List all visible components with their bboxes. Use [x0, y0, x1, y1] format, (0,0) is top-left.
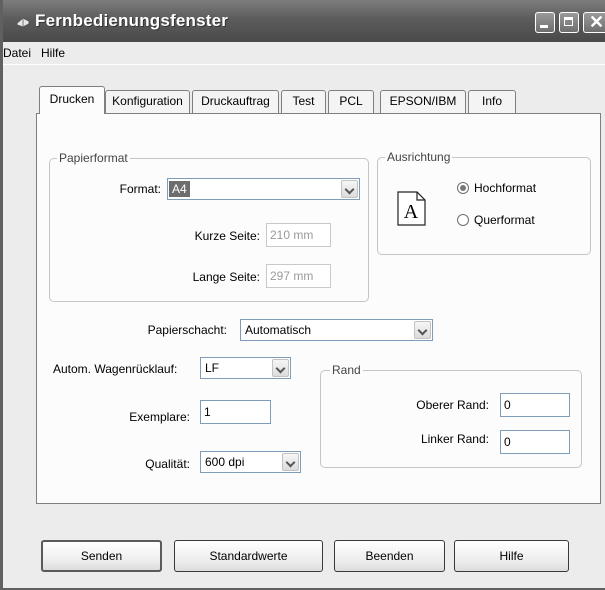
lange-seite-field: 297 mm — [266, 264, 331, 288]
linker-rand-field[interactable]: 0 — [500, 430, 570, 454]
beenden-button[interactable]: Beenden — [334, 540, 445, 572]
format-value: A4 — [169, 181, 190, 197]
papierschacht-value: Automatisch — [245, 323, 312, 337]
chevron-down-icon[interactable] — [414, 321, 431, 339]
tab-druckauftrag[interactable]: Druckauftrag — [192, 90, 279, 113]
qualitaet-select[interactable]: 600 dpi — [200, 451, 301, 473]
tab-info[interactable]: Info — [468, 90, 516, 113]
chevron-down-icon[interactable] — [272, 359, 289, 377]
qualitaet-label: Qualität: — [145, 457, 190, 471]
hilfe-button[interactable]: Hilfe — [454, 540, 569, 572]
exemplare-field[interactable]: 1 — [200, 400, 271, 424]
title-bar[interactable]: Fernbedienungsfenster ✕ — [3, 0, 605, 42]
hochformat-label[interactable]: Hochformat — [474, 181, 536, 195]
rand-group-title: Rand — [330, 363, 363, 377]
wagenruecklauf-label: Autom. Wagenrücklauf: — [53, 362, 178, 376]
exemplare-label: Exemplare: — [129, 410, 190, 424]
menu-item-datei[interactable]: Datei — [3, 46, 31, 60]
menu-bar: Datei Hilfe — [3, 42, 605, 64]
wagenruecklauf-value: LF — [205, 361, 220, 375]
papierschacht-label: Papierschacht: — [147, 323, 227, 337]
wagenruecklauf-select[interactable]: LF — [200, 357, 291, 379]
remote-control-window: Fernbedienungsfenster ✕ Datei Hilfe Druc… — [0, 0, 605, 590]
close-icon: ✕ — [589, 12, 605, 32]
minimize-button[interactable] — [535, 12, 555, 33]
close-button[interactable]: ✕ — [583, 12, 605, 33]
querformat-label[interactable]: Querformat — [474, 213, 535, 227]
tab-drucken[interactable]: Drucken — [39, 86, 105, 114]
lange-seite-label: Lange Seite: — [192, 270, 260, 284]
senden-button[interactable]: Senden — [41, 540, 162, 572]
maximize-button[interactable] — [559, 12, 579, 33]
menu-divider — [3, 64, 605, 65]
linker-rand-label: Linker Rand: — [420, 432, 489, 446]
portrait-page-icon: A — [397, 191, 426, 226]
window-title: Fernbedienungsfenster — [35, 11, 229, 30]
menu-item-hilfe[interactable]: Hilfe — [41, 46, 65, 60]
kurze-seite-field: 210 mm — [266, 223, 331, 247]
tab-epson-ibm[interactable]: EPSON/IBM — [380, 90, 466, 113]
chevron-down-icon[interactable] — [282, 453, 299, 471]
standardwerte-button[interactable]: Standardwerte — [174, 540, 323, 572]
kurze-seite-label: Kurze Seite: — [194, 229, 260, 243]
hochformat-radio[interactable] — [457, 182, 469, 194]
qualitaet-value: 600 dpi — [205, 455, 245, 469]
papierformat-group-title: Papierformat — [57, 151, 130, 165]
querformat-radio[interactable] — [457, 214, 469, 226]
oberer-rand-label: Oberer Rand: — [416, 398, 489, 412]
printer-app-icon — [16, 17, 30, 28]
oberer-rand-field[interactable]: 0 — [500, 393, 570, 417]
tab-panel-drucken: Papierformat Format: A4 Kurze Seite: 210… — [36, 113, 601, 504]
format-select[interactable]: A4 — [167, 178, 360, 200]
tab-konfiguration[interactable]: Konfiguration — [105, 90, 190, 113]
tab-test[interactable]: Test — [281, 90, 326, 113]
ausrichtung-group-title: Ausrichtung — [385, 150, 453, 164]
papierschacht-select[interactable]: Automatisch — [240, 319, 433, 341]
chevron-down-icon[interactable] — [341, 180, 358, 198]
tab-pcl[interactable]: PCL — [328, 90, 374, 113]
page-icon-letter: A — [404, 201, 419, 223]
format-label: Format: — [119, 182, 161, 196]
